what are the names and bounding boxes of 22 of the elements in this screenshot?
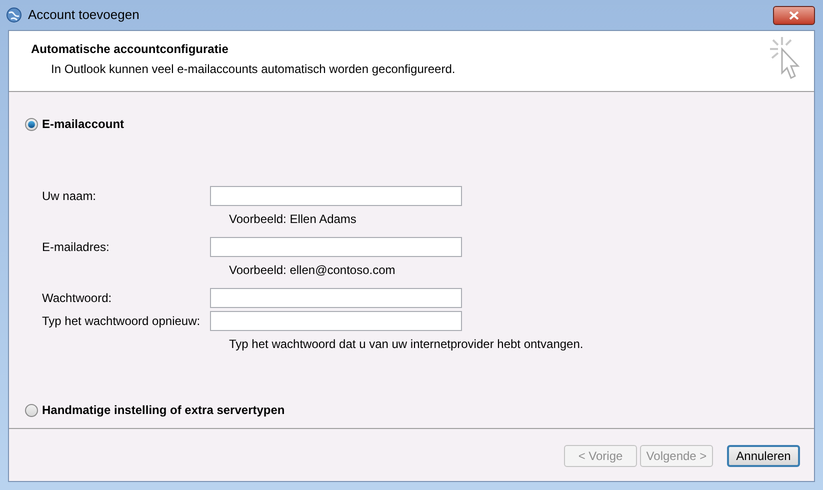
field-label: Uw naam: (42, 188, 98, 205)
field-label: Wachtwoord: (42, 290, 113, 307)
dialog-button[interactable]: Annuleren (727, 445, 800, 467)
field-hint: Voorbeeld: ellen@contoso.com (229, 262, 396, 279)
field-label: E-mailadres: (42, 239, 110, 256)
radio-option[interactable]: Handmatige instelling of extra servertypen (25, 401, 285, 419)
field-hint: Voorbeeld: Ellen Adams (229, 211, 358, 228)
globe-icon (6, 7, 22, 23)
input-field[interactable] (210, 311, 462, 331)
radio-option[interactable]: E-mailaccount (25, 115, 124, 133)
radio-button[interactable] (25, 404, 38, 416)
field-label: Typ het wachtwoord opnieuw: (42, 313, 202, 330)
close-button[interactable] (773, 6, 815, 24)
radio-button[interactable] (25, 118, 38, 130)
header-title: Automatische accountconfiguratie (31, 41, 230, 58)
input-field[interactable] (210, 186, 462, 206)
input-field[interactable] (210, 288, 462, 308)
field-hint: Typ het wachtwoord dat u van uw internetprovider hebt ontvangen. (229, 336, 584, 353)
window-title: Account toevoegen (28, 6, 140, 24)
close-icon (789, 10, 799, 20)
header-subtitle: In Outlook kunnen veel e-mailaccounts automatisch worden geconfigureerd. (50, 61, 456, 78)
input-field[interactable] (210, 237, 462, 257)
